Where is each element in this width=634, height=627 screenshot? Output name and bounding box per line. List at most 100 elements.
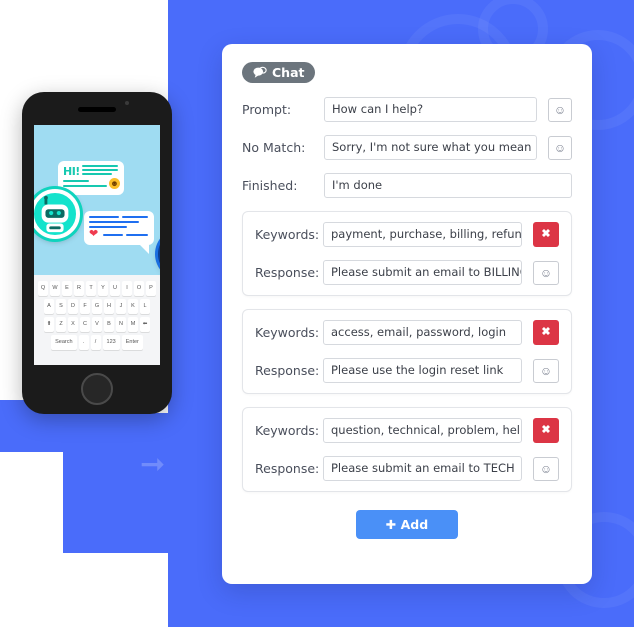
keyboard-key[interactable]: W — [50, 281, 60, 296]
field-input[interactable]: How can I help? — [324, 97, 537, 122]
keyboard-key[interactable]: Q — [38, 281, 48, 296]
phone-camera-icon — [125, 101, 129, 105]
keyboard-key[interactable]: E — [62, 281, 72, 296]
keyboard-key[interactable]: U — [110, 281, 120, 296]
robot-avatar-icon — [34, 189, 80, 239]
response-row: Response: Please use the login reset link… — [255, 358, 559, 383]
keyboard-key[interactable]: ⬆ — [44, 317, 54, 332]
keyboard-key[interactable]: K — [128, 299, 138, 314]
add-button-wrapper: ✚ Add — [242, 510, 572, 539]
phone-screen: HI! ☻ ❤ Q W E R T Y U I O P A S D F G H … — [34, 125, 160, 365]
bot-message-bubble: HI! ☻ — [58, 161, 124, 204]
close-x-icon: ✖ — [541, 326, 551, 338]
keyboard-key[interactable]: X — [68, 317, 78, 332]
keywords-row: Keywords: question, technical, problem, h… — [255, 418, 559, 443]
keyboard-key[interactable]: P — [146, 281, 156, 296]
delete-rule-button[interactable]: ✖ — [533, 418, 559, 443]
response-label: Response: — [255, 363, 320, 378]
keywords-row: Keywords: access, email, password, login ✖ — [255, 320, 559, 345]
field-row: No Match: Sorry, I'm not sure what you me… — [242, 135, 572, 160]
delete-rule-button[interactable]: ✖ — [533, 320, 559, 345]
phone-speaker-icon — [78, 107, 116, 112]
field-label: No Match: — [242, 140, 306, 155]
arrow-right-icon: ➞ — [140, 448, 166, 481]
keyboard-key[interactable]: N — [116, 317, 126, 332]
smiley-icon-button[interactable]: ☺ — [533, 358, 559, 383]
bot-greeting-text: HI! — [63, 165, 80, 178]
chat-bubbles-icon — [253, 66, 267, 79]
close-x-icon: ✖ — [541, 424, 551, 436]
keyboard-key[interactable]: Y — [98, 281, 108, 296]
keywords-label: Keywords: — [255, 227, 320, 242]
keyboard-key[interactable]: ⬅ — [140, 317, 150, 332]
blue-background-notch — [63, 413, 193, 553]
keyboard-key[interactable]: I — [122, 281, 132, 296]
keyword-rule-card: Keywords: question, technical, problem, h… — [242, 407, 572, 492]
keyboard-row-2: ASDFGHJKL — [38, 299, 156, 314]
keyboard-key[interactable]: T — [86, 281, 96, 296]
keyboard-key[interactable]: V — [92, 317, 102, 332]
smiley-icon-button[interactable]: ☺ — [548, 135, 572, 160]
field-input[interactable]: Sorry, I'm not sure what you mean — [324, 135, 537, 160]
response-input[interactable]: Please submit an email to TECH — [323, 456, 522, 481]
keyboard-key[interactable]: S — [56, 299, 66, 314]
smiley-icon-button[interactable]: ☺ — [533, 456, 559, 481]
phone-keyboard: QWERTYUIOP ASDFGHJKL ⬆ Z X C V B N M ⬅ Search./1… — [34, 275, 160, 365]
person-avatar-icon — [158, 231, 160, 277]
plus-icon: ✚ — [385, 517, 397, 532]
keyboard-key[interactable]: A — [44, 299, 54, 314]
delete-rule-button[interactable]: ✖ — [533, 222, 559, 247]
keyword-rule-card: Keywords: access, email, password, login ✖… — [242, 309, 572, 394]
keywords-input[interactable]: access, email, password, login — [323, 320, 522, 345]
keywords-input[interactable]: question, technical, problem, help — [323, 418, 522, 443]
response-label: Response: — [255, 461, 320, 476]
smiley-icon-button[interactable]: ☺ — [533, 260, 559, 285]
keywords-row: Keywords: payment, purchase, billing, ref… — [255, 222, 559, 247]
chat-config-card: Chat Prompt: How can I help? ☺ No Match: Sor… — [222, 44, 592, 584]
response-input[interactable]: Please submit an email to BILLING — [323, 260, 522, 285]
top-fields-group: Prompt: How can I help? ☺ No Match: Sorry, I… — [242, 97, 572, 198]
response-label: Response: — [255, 265, 320, 280]
phone-home-button — [81, 373, 113, 405]
keyword-rule-card: Keywords: payment, purchase, billing, ref… — [242, 211, 572, 296]
keyboard-row-3: ⬆ Z X C V B N M ⬅ — [38, 317, 156, 332]
keyboard-key[interactable]: R — [74, 281, 84, 296]
keywords-input[interactable]: payment, purchase, billing, refund — [323, 222, 522, 247]
keyboard-row-1: QWERTYUIOP — [38, 281, 156, 296]
keyboard-key[interactable]: J — [116, 299, 126, 314]
keyboard-key[interactable]: F — [80, 299, 90, 314]
keyboard-key[interactable]: B — [104, 317, 114, 332]
keyboard-key[interactable]: . — [78, 335, 89, 350]
keywords-label: Keywords: — [255, 325, 320, 340]
field-label: Prompt: — [242, 102, 292, 117]
keyboard-key[interactable]: 123 — [102, 335, 120, 350]
keywords-label: Keywords: — [255, 423, 320, 438]
field-row: Prompt: How can I help? ☺ — [242, 97, 572, 122]
keyboard-key[interactable]: Enter — [121, 335, 143, 350]
keyboard-key[interactable]: O — [134, 281, 144, 296]
response-row: Response: Please submit an email to BILLI… — [255, 260, 559, 285]
heart-icon: ❤ — [89, 228, 99, 240]
keyboard-key[interactable]: G — [92, 299, 102, 314]
keyboard-row-4: Search./123 Enter — [38, 335, 156, 350]
keyboard-key[interactable]: C — [80, 317, 90, 332]
phone-chat-area: HI! ☻ ❤ — [34, 133, 160, 277]
response-input[interactable]: Please use the login reset link — [323, 358, 522, 383]
add-button[interactable]: ✚ Add — [355, 510, 459, 539]
keyboard-key[interactable]: Z — [56, 317, 66, 332]
keyboard-key[interactable]: L — [140, 299, 150, 314]
keyboard-key[interactable]: Search — [51, 335, 77, 350]
add-button-label: Add — [400, 517, 429, 532]
user-message-bubble: ❤ — [84, 211, 154, 254]
keyboard-key[interactable]: H — [104, 299, 114, 314]
keyboard-key[interactable]: D — [68, 299, 78, 314]
chat-badge-label: Chat — [272, 65, 305, 80]
keyboard-key[interactable]: / — [90, 335, 101, 350]
field-row: Finished: I'm done — [242, 173, 572, 198]
field-input[interactable]: I'm done — [324, 173, 572, 198]
smiley-icon-button[interactable]: ☺ — [548, 97, 572, 122]
field-label: Finished: — [242, 178, 298, 193]
keyword-rules-list: Keywords: payment, purchase, billing, ref… — [242, 211, 572, 492]
keyboard-key[interactable]: M — [128, 317, 138, 332]
response-row: Response: Please submit an email to TECH ☺ — [255, 456, 559, 481]
